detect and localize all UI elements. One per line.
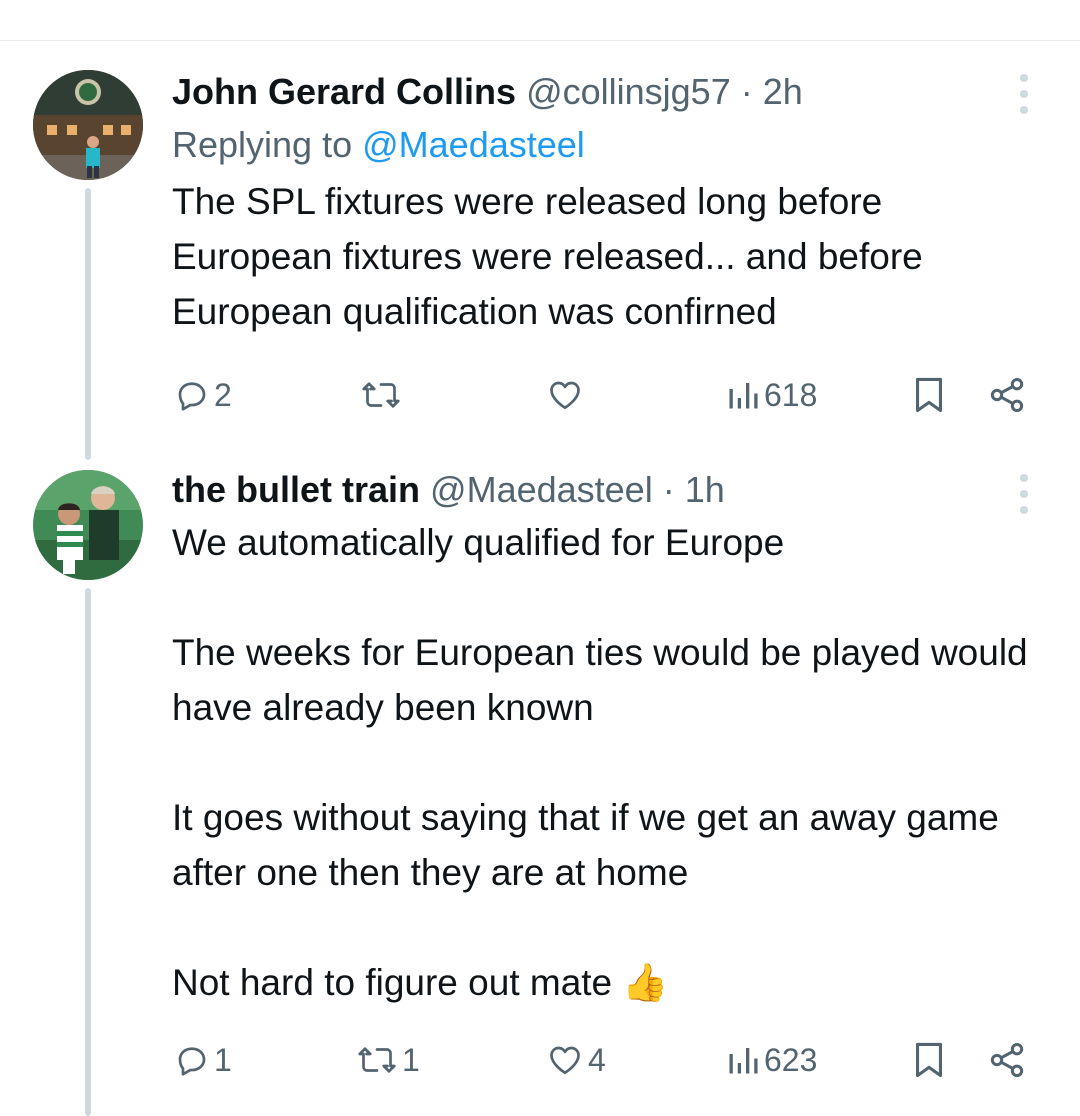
- retweet-icon: [362, 382, 400, 408]
- display-name[interactable]: the bullet train: [172, 469, 420, 510]
- tweet-actions: 1 1 4 623: [0, 1035, 1080, 1085]
- timestamp[interactable]: 2h: [763, 71, 803, 112]
- reply-button[interactable]: 2: [174, 370, 232, 420]
- like-button[interactable]: [546, 370, 588, 420]
- replying-to-label: Replying to: [172, 124, 353, 165]
- tweet-actions: 2 618: [0, 370, 1080, 420]
- replying-to: Replying to @Maedasteel: [172, 122, 1032, 168]
- replying-to-mention[interactable]: @Maedasteel: [362, 124, 585, 165]
- heart-icon: [550, 1046, 580, 1075]
- separator-dot: ·: [662, 469, 675, 510]
- separator-dot: ·: [740, 71, 753, 112]
- tweet-header: the bullet train @Maedasteel · 1h: [172, 468, 1032, 512]
- reply-count: 1: [214, 1041, 232, 1078]
- share-button[interactable]: [987, 370, 1027, 420]
- bookmark-button[interactable]: [911, 370, 947, 420]
- display-name[interactable]: John Gerard Collins: [172, 71, 516, 112]
- user-handle[interactable]: @Maedasteel: [430, 469, 653, 510]
- tweet-text: We automatically qualified for Europe Th…: [172, 522, 1028, 1003]
- bookmark-icon: [915, 1042, 943, 1078]
- reply-button[interactable]: 1: [174, 1035, 232, 1085]
- top-divider: [0, 40, 1080, 41]
- like-count: 4: [588, 1041, 606, 1078]
- retweet-icon: [358, 1047, 396, 1073]
- timestamp[interactable]: 1h: [685, 469, 725, 510]
- heart-icon: [550, 381, 580, 410]
- like-button[interactable]: 4: [546, 1035, 606, 1085]
- views-count: 618: [764, 376, 818, 413]
- views-button[interactable]: 618: [726, 370, 817, 420]
- share-icon: [990, 378, 1024, 412]
- retweet-button[interactable]: [360, 370, 406, 420]
- celtic-park-photo-icon: [33, 70, 143, 180]
- tweet-1[interactable]: John Gerard Collins @collinsjg57 · 2h Re…: [172, 70, 1032, 339]
- reply-count: 2: [214, 376, 232, 413]
- bookmark-button[interactable]: [911, 1035, 947, 1085]
- avatar[interactable]: [33, 470, 143, 580]
- views-button[interactable]: 623: [726, 1035, 817, 1085]
- tweet-text: The SPL fixtures were released long befo…: [172, 181, 923, 332]
- views-icon: [729, 383, 758, 409]
- user-handle[interactable]: @collinsjg57: [526, 71, 731, 112]
- retweet-count: 1: [402, 1041, 420, 1078]
- retweet-button[interactable]: 1: [356, 1035, 420, 1085]
- reply-icon: [178, 382, 206, 411]
- views-count: 623: [764, 1041, 818, 1078]
- bookmark-icon: [915, 377, 943, 413]
- share-icon: [990, 1043, 1024, 1077]
- more-options-icon[interactable]: [1012, 474, 1036, 514]
- celtic-fans-photo-icon: [33, 470, 143, 580]
- avatar[interactable]: [33, 70, 143, 180]
- share-button[interactable]: [987, 1035, 1027, 1085]
- tweet-header: John Gerard Collins @collinsjg57 · 2h: [172, 70, 1032, 114]
- reply-icon: [178, 1047, 206, 1076]
- tweet-2[interactable]: the bullet train @Maedasteel · 1h We aut…: [172, 468, 1032, 1010]
- more-options-icon[interactable]: [1012, 74, 1036, 114]
- views-icon: [729, 1048, 758, 1074]
